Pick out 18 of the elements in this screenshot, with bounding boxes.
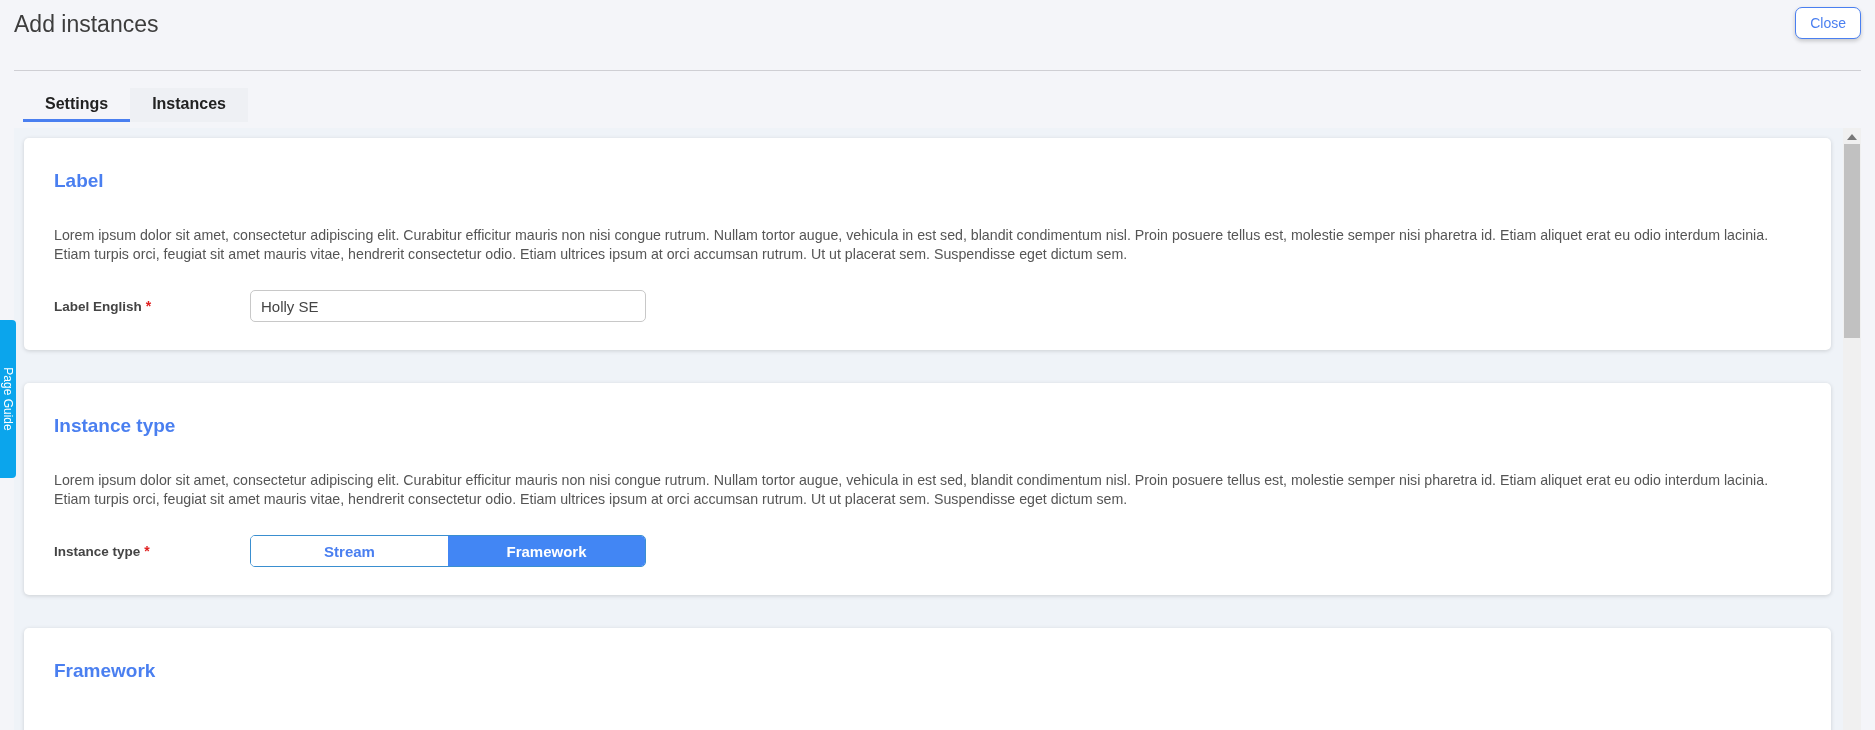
close-button[interactable]: Close [1795,7,1861,39]
scrollbar[interactable] [1843,128,1861,730]
required-mark: * [144,543,150,559]
page-title: Add instances [14,10,159,38]
section-description: Lorem ipsum dolor sit amet, consectetur adipiscing elit. Curabitur efficitur mauris non nisi congue rutrum. Nullam tortor augue, vehicula in est sed, blandit condimentum nisl. Proin posuere tellus est, molestie semper nisi pharetra id. Etiam aliquet erat eu odio interdum lacinia. Etiam turpis orci, feugiat sit amet mauris vitae, hendrerit consectetur odio. Etiam ultrices ipsum at orci accumsan rutrum. Ut ut placerat sem. Suspendisse eget dictum sem. [54,226,1770,264]
field-label: Instance type [54,543,141,559]
scrollbar-thumb[interactable] [1844,144,1860,338]
section-title: Instance type [54,415,177,437]
segment-option[interactable]: Framework [448,536,645,566]
scroll-up-icon[interactable] [1847,134,1857,140]
side-tab[interactable]: Page Guide [0,320,16,478]
field-label: Label English [54,298,142,314]
tab[interactable]: Instances [130,88,248,122]
required-mark: * [145,298,152,314]
section-description: Lorem ipsum dolor sit amet, consectetur adipiscing elit. Curabitur efficitur mauris non nisi congue rutrum. Nullam tortor augue, vehicula in est sed, blandit condimentum nisl. Proin posuere tellus est, molestie semper nisi pharetra id. Etiam aliquet erat eu odio interdum lacinia. Etiam turpis orci, feugiat sit amet mauris vitae, hendrerit consectetur odio. Etiam ultrices ipsum at orci accumsan rutrum. Ut ut placerat sem. Suspendisse eget dictum sem. [54,471,1770,509]
text-input[interactable]: Holly SE [250,290,646,322]
section-title: Framework [54,660,157,682]
section-title: Label [54,170,105,192]
